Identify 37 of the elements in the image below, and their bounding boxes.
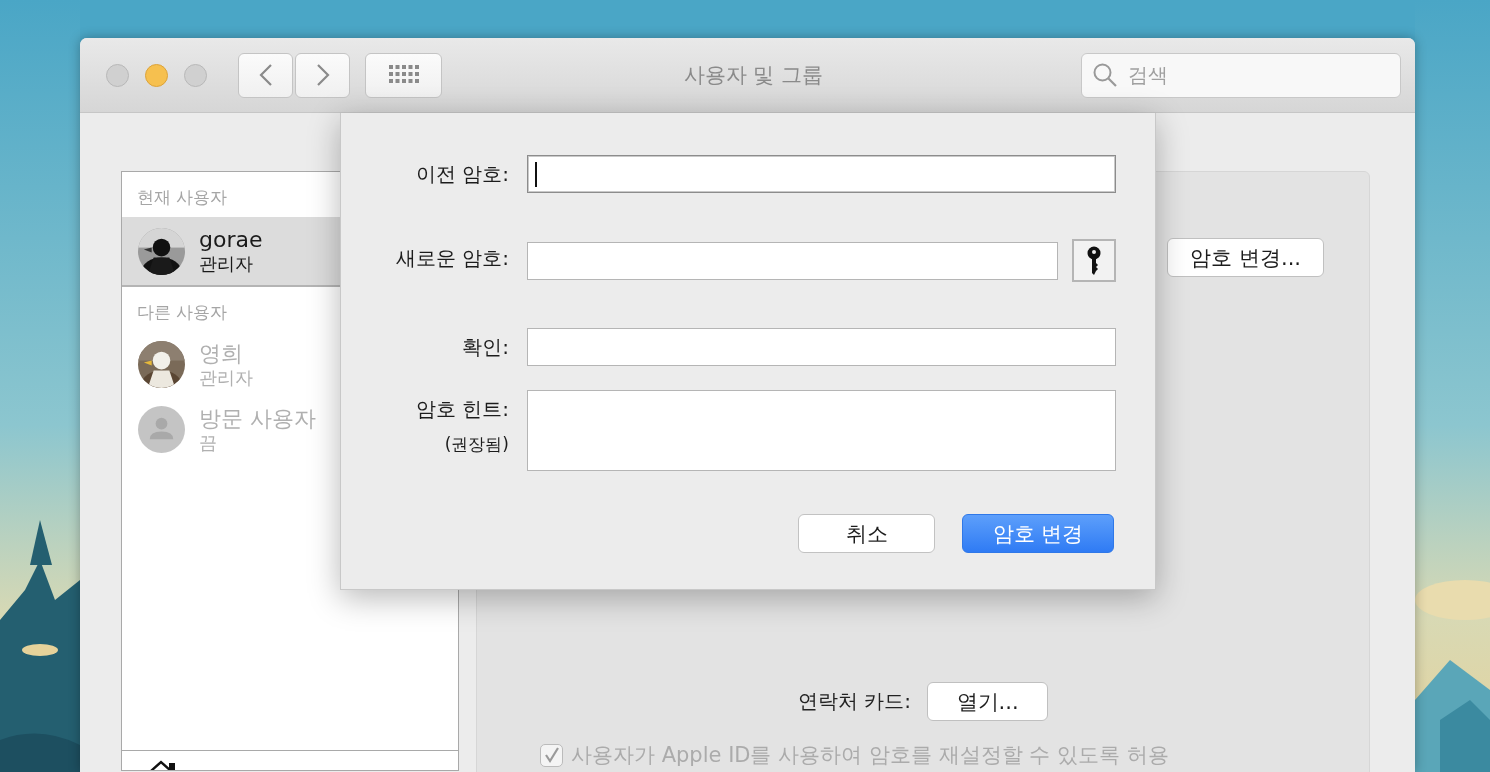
contact-card-label: 연락처 카드: bbox=[797, 688, 912, 715]
user-role: 관리자 bbox=[199, 253, 254, 275]
search-input[interactable]: 검색 bbox=[1126, 62, 1380, 88]
user-name: 영희 bbox=[199, 340, 244, 367]
zoom-button[interactable] bbox=[184, 63, 207, 87]
password-assistant-button[interactable] bbox=[1072, 239, 1116, 282]
field-label: 이전 암호: bbox=[415, 160, 509, 188]
change-password-button[interactable]: 암호 변경... bbox=[1167, 238, 1324, 277]
user-role: 끔 bbox=[199, 431, 218, 454]
key-icon bbox=[1087, 245, 1101, 276]
minimize-button[interactable] bbox=[145, 63, 168, 87]
user-silhouette-icon bbox=[138, 406, 185, 453]
back-button[interactable] bbox=[238, 52, 293, 98]
field-label: 암호 힌트: bbox=[415, 396, 509, 423]
field-label: 확인: bbox=[462, 333, 509, 361]
open-button[interactable]: 열기... bbox=[927, 682, 1049, 721]
close-button[interactable] bbox=[106, 63, 129, 87]
show-all-button[interactable] bbox=[365, 52, 442, 98]
search-icon bbox=[1092, 62, 1118, 88]
section-header: 다른 사용자 bbox=[137, 302, 228, 322]
field-note: (권장됨) bbox=[444, 433, 509, 456]
user-name: 방문 사용자 bbox=[199, 405, 316, 432]
checkbox-label: 사용자가 Apple ID를 사용하여 암호를 재설정할 수 있도록 허용 bbox=[571, 742, 1169, 769]
password-field[interactable] bbox=[527, 328, 1116, 366]
chevron-right-icon bbox=[315, 63, 330, 87]
window-title: 사용자 및 그룹 bbox=[683, 62, 824, 89]
chevron-left-icon bbox=[258, 63, 273, 87]
password-field[interactable] bbox=[527, 241, 1058, 280]
user-name: gorae bbox=[199, 227, 263, 254]
grid-icon bbox=[388, 65, 419, 85]
hint-field[interactable] bbox=[527, 390, 1116, 471]
forward-button[interactable] bbox=[295, 52, 350, 98]
user-role: 관리자 bbox=[199, 366, 253, 389]
password-field[interactable] bbox=[527, 155, 1116, 193]
search-field[interactable]: 검색 bbox=[1081, 52, 1401, 98]
section-header: 현재 사용자 bbox=[137, 187, 228, 207]
cancel-button[interactable]: 취소 bbox=[798, 514, 935, 553]
